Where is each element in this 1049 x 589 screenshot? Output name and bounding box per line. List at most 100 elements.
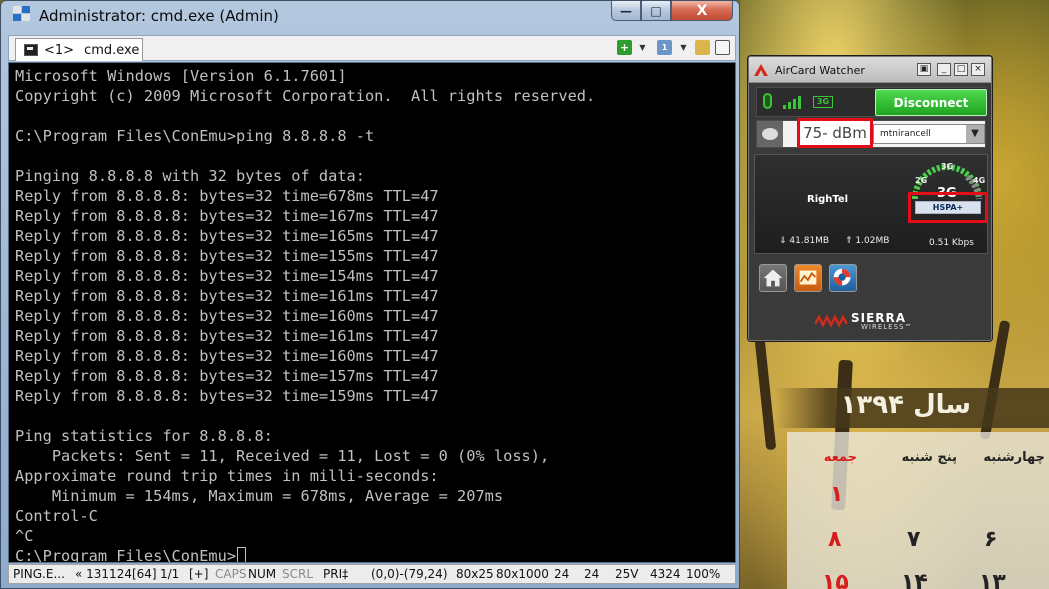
aircard-maximize-icon[interactable]: □ <box>954 63 968 76</box>
network-name: RighTel <box>807 194 849 205</box>
sierra-wave-icon <box>815 314 847 328</box>
maximize-button[interactable]: □ <box>641 1 671 21</box>
tree-trunk <box>753 329 777 451</box>
status-value[interactable]: 24 <box>584 567 599 581</box>
calendar-panel: جمعه پنج شنبه چهارشنبه ۱ ۸ ۷ ۶ ۱۵ ۱۴ ۱۳ <box>787 432 1049 589</box>
aircard-title: AirCard Watcher <box>775 64 865 77</box>
arrow-up-icon: ⇑ <box>845 236 856 246</box>
status-value[interactable]: 24 <box>554 567 569 581</box>
console-output[interactable]: Microsoft Windows [Version 6.1.7601] Cop… <box>8 62 736 563</box>
calendar-day-number: ۸ <box>828 527 842 552</box>
console-line: Ping statistics for 8.8.8.8: <box>15 427 273 445</box>
new-console-icon[interactable]: + <box>617 40 632 55</box>
status-zoom[interactable]: 100% <box>686 567 720 581</box>
download-value: 41.81MB <box>789 236 830 246</box>
status-num[interactable]: NUM <box>248 567 276 581</box>
close-button[interactable]: X <box>671 1 733 21</box>
status-plus[interactable]: [+] <box>189 567 208 581</box>
aircard-connection-row: 3G Disconnect <box>756 87 987 117</box>
dropdown-arrow-icon[interactable]: ▼ <box>635 40 650 55</box>
arrow-down-icon: ⇓ <box>779 236 790 246</box>
usage-graph-icon[interactable] <box>794 264 822 292</box>
console-line: Approximate round trip times in milli-se… <box>15 467 439 485</box>
calendar-year-banner: سال ۱۳۹۴ <box>775 388 1049 428</box>
operator-selected-value: mtnirancell <box>880 129 931 139</box>
aircard-minimize-icon[interactable]: _ <box>937 63 951 76</box>
status-caps[interactable]: CAPS <box>215 567 246 581</box>
sms-icon[interactable] <box>757 121 783 147</box>
aircard-titlebar[interactable]: AirCard Watcher ▣ _ □ × <box>749 57 991 83</box>
aircard-watcher-window: AirCard Watcher ▣ _ □ × 3G Disconnect 75… <box>748 56 992 341</box>
download-total: ⇓ 41.81MB <box>779 236 829 246</box>
signal-strength-readout: 75- dBm <box>797 118 873 148</box>
lock-icon[interactable] <box>695 40 710 55</box>
status-codepage[interactable]: 4324 <box>650 567 681 581</box>
sierra-wireless-logo: SIERRA WIRELESS™ <box>815 310 925 334</box>
console-prompt-line[interactable]: C:\Program Files\ConEmu> <box>15 546 735 562</box>
signal-bars-icon <box>783 93 805 109</box>
calendar-day-number: ۱۵ <box>822 570 849 589</box>
calendar-day-number: ۱۳ <box>979 570 1006 589</box>
status-console-index[interactable]: 1/1 <box>160 567 179 581</box>
console-line: Packets: Sent = 11, Received = 11, Lost … <box>15 447 550 465</box>
console-line: Reply from 8.8.8.8: bytes=32 time=161ms … <box>15 287 439 305</box>
console-tab-icon <box>24 44 38 56</box>
restore-icon[interactable] <box>715 40 730 55</box>
disconnect-button[interactable]: Disconnect <box>875 89 987 116</box>
calendar-day-header: چهارشنبه <box>983 450 1045 465</box>
technology-badge: HSPA+ <box>915 201 981 214</box>
gauge-label: 2G <box>915 176 927 185</box>
console-line: ^C <box>15 527 34 545</box>
upload-total: ⇑ 1.02MB <box>845 236 889 246</box>
status-size[interactable]: 80x25 <box>456 567 494 581</box>
status-pri[interactable]: PRI‡ <box>323 567 348 581</box>
console-line: Microsoft Windows [Version 6.1.7601] <box>15 67 347 85</box>
window-list-icon[interactable]: 1 <box>657 40 672 55</box>
status-buffer[interactable]: 80x1000 <box>496 567 549 581</box>
aircard-settings-icon[interactable]: ▣ <box>917 63 931 76</box>
sierra-logo-icon <box>754 64 768 76</box>
console-line: Reply from 8.8.8.8: bytes=32 time=155ms … <box>15 247 439 265</box>
help-lifebuoy-icon[interactable] <box>829 264 857 292</box>
tab-number: <1> <box>44 42 75 58</box>
text-cursor <box>237 547 247 562</box>
calendar-day-header: جمعه <box>823 450 857 465</box>
calendar-day-number: ۶ <box>984 527 998 552</box>
aircard-shortcut-row <box>759 264 869 296</box>
console-line: Copyright (c) 2009 Microsoft Corporation… <box>15 87 596 105</box>
tab-title: cmd.exe <box>84 42 140 58</box>
cmd-window: Administrator: cmd.exe (Admin) — □ X <1>… <box>0 0 740 589</box>
tab-cmd[interactable]: <1> cmd.exe <box>15 38 143 61</box>
calendar-year-title: سال ۱۳۹۴ <box>840 390 971 420</box>
console-line: Control-C <box>15 507 98 525</box>
console-line: Reply from 8.8.8.8: bytes=32 time=160ms … <box>15 307 439 325</box>
aircard-signal-row: 75- dBm mtnirancell ▼ <box>756 118 986 148</box>
status-scrl[interactable]: SCRL <box>282 567 313 581</box>
calendar-day-number: ۷ <box>907 527 921 552</box>
technology-highlight: HSPA+ <box>908 192 988 223</box>
status-voltage[interactable]: 25V <box>615 567 638 581</box>
aircard-status-panel: RighTel 2G 3G 4G 3G HSPA+ ⇓ 41.81MB ⇑ 1.… <box>754 154 988 254</box>
operator-select[interactable]: mtnirancell ▼ <box>873 124 985 144</box>
home-icon[interactable] <box>759 264 787 292</box>
dropdown-arrow-icon[interactable]: ▼ <box>676 40 691 55</box>
window-titlebar[interactable]: Administrator: cmd.exe (Admin) — □ X <box>1 1 739 33</box>
brand-subtitle: WIRELESS™ <box>861 323 913 331</box>
aircard-close-icon[interactable]: × <box>971 63 985 76</box>
calendar-day-number: ۱ <box>830 482 844 507</box>
chevron-down-icon[interactable]: ▼ <box>966 125 984 143</box>
calendar-day-header: پنج شنبه <box>901 450 957 465</box>
console-line: Reply from 8.8.8.8: bytes=32 time=161ms … <box>15 327 439 345</box>
status-selection[interactable]: (0,0)-(79,24) <box>371 567 448 581</box>
transfer-rate: 0.51 Kbps <box>929 238 974 248</box>
status-bar: PING.E... « 131124[64] 1/1 [+] CAPS NUM … <box>8 564 736 584</box>
minimize-button[interactable]: — <box>611 1 641 21</box>
gauge-label: 4G <box>973 176 985 185</box>
status-process-info[interactable]: « 131124[64] <box>75 567 157 581</box>
upload-value: 1.02MB <box>855 236 890 246</box>
console-line: C:\Program Files\ConEmu>ping 8.8.8.8 -t <box>15 127 375 145</box>
status-process[interactable]: PING.E... <box>13 567 65 581</box>
